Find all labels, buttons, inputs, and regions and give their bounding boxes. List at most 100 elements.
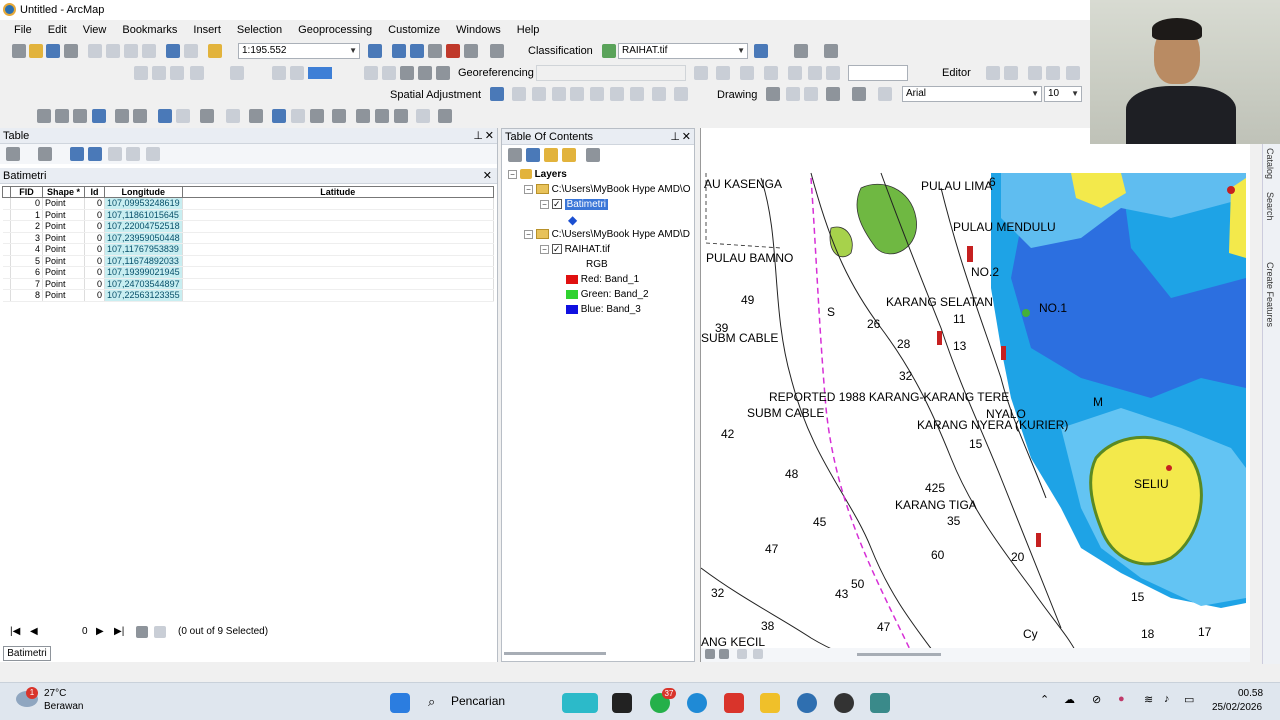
table-tab-batimetri[interactable]: Batimetri	[3, 646, 51, 661]
tool-icon[interactable]	[570, 87, 584, 101]
row-selector[interactable]	[2, 266, 11, 279]
raster-layer-combo[interactable]: RAIHAT.tif ▼	[618, 43, 748, 59]
tool-icon[interactable]	[134, 66, 148, 80]
georef-input[interactable]	[848, 65, 908, 81]
toc-layer-raihat[interactable]: − ✓ RAIHAT.tif	[540, 244, 610, 255]
weather-temp[interactable]: 27°C	[44, 688, 66, 699]
list-by-visibility-icon[interactable]	[544, 148, 558, 162]
start-windows-icon[interactable]	[390, 693, 410, 713]
spatial-adjustment-menu[interactable]: Spatial Adjustment	[390, 87, 481, 103]
training-sample-icon[interactable]	[824, 44, 838, 58]
cell-longitude[interactable]: 107,19399021945	[104, 266, 183, 279]
close-icon[interactable]: ✕	[485, 128, 494, 144]
layer-visibility-checkbox[interactable]: ✓	[551, 199, 562, 210]
select-elements-icon[interactable]	[766, 87, 780, 101]
band-blue-row[interactable]: Blue: Band_3	[566, 304, 641, 315]
wps-icon[interactable]	[724, 693, 744, 713]
cut-icon[interactable]	[88, 44, 102, 58]
line-tool-icon[interactable]	[794, 44, 808, 58]
clear-selection-icon[interactable]	[226, 109, 240, 123]
open-icon[interactable]	[29, 44, 43, 58]
row-selector[interactable]	[2, 289, 11, 302]
fixed-zoom-in-icon[interactable]	[115, 109, 129, 123]
tool-icon[interactable]	[552, 87, 566, 101]
table-row[interactable]: 8 Point 0 107,22563123355	[2, 289, 495, 302]
network-off-icon[interactable]: ⊘	[1092, 693, 1101, 706]
font-size-combo[interactable]: 10 ▼	[1044, 86, 1082, 102]
menu-help[interactable]: Help	[509, 20, 548, 40]
tool-icon[interactable]	[1066, 66, 1080, 80]
zoom-out-icon[interactable]	[55, 109, 69, 123]
collapse-icon[interactable]: −	[508, 169, 517, 179]
column-header-latitude[interactable]: Latitude	[181, 186, 495, 198]
collapse-icon[interactable]: −	[524, 184, 533, 194]
data-view-icon[interactable]	[705, 649, 715, 659]
toc-group-1[interactable]: − C:\Users\MyBook Hype AMD\O	[524, 184, 690, 195]
column-header-fid[interactable]: FID	[10, 186, 43, 198]
refresh-icon[interactable]	[737, 649, 747, 659]
row-selector[interactable]	[2, 243, 11, 256]
tool-icon[interactable]	[418, 66, 432, 80]
tool-icon[interactable]	[804, 87, 818, 101]
arctoolbox-icon[interactable]	[446, 44, 460, 58]
zoom-in-icon[interactable]	[37, 109, 51, 123]
menu-customize[interactable]: Customize	[380, 20, 448, 40]
font-name-combo[interactable]: Arial ▼	[902, 86, 1042, 102]
layer-raihat-label[interactable]: RAIHAT.tif	[565, 244, 610, 255]
cell-latitude[interactable]	[182, 289, 495, 302]
table-row[interactable]: 1 Point 0 107,11861015645	[2, 209, 495, 221]
cell-latitude[interactable]	[182, 243, 495, 256]
georeferencing-menu[interactable]: Georeferencing	[458, 65, 534, 81]
red-swatch[interactable]	[566, 274, 578, 284]
chevron-up-icon[interactable]: ⌃	[1040, 693, 1049, 706]
editor-toolbar-icon[interactable]	[368, 44, 382, 58]
tool-icon[interactable]	[1004, 66, 1018, 80]
search-tab[interactable]: Search	[1265, 192, 1275, 221]
tool-icon[interactable]	[436, 66, 450, 80]
add-data-icon[interactable]	[208, 44, 222, 58]
tool-icon[interactable]	[290, 66, 304, 80]
select-features-icon[interactable]	[490, 87, 504, 101]
text-icon[interactable]	[852, 87, 866, 101]
show-all-records-icon[interactable]	[136, 626, 148, 638]
tool-icon[interactable]	[610, 87, 624, 101]
search-icon[interactable]: ⌕	[428, 694, 435, 710]
map-scale-combo[interactable]: 1:195.552 ▼	[238, 43, 360, 59]
go-to-xy-icon[interactable]	[394, 109, 408, 123]
back-icon[interactable]	[158, 109, 172, 123]
map-display[interactable]: AU KASENGA PULAU LIMA 6 PULAU MENDULU PU…	[700, 128, 1250, 662]
fixed-zoom-out-icon[interactable]	[133, 109, 147, 123]
row-selector[interactable]	[2, 220, 11, 233]
cell-latitude[interactable]	[182, 209, 495, 221]
redo-icon[interactable]	[184, 44, 198, 58]
menu-edit[interactable]: Edit	[40, 20, 75, 40]
cell-longitude[interactable]: 107,24703544897	[104, 278, 183, 290]
row-selector[interactable]	[2, 232, 11, 244]
volume-icon[interactable]: ♪	[1164, 693, 1170, 705]
tool-icon[interactable]	[788, 66, 802, 80]
scrollbar-thumb[interactable]	[504, 652, 606, 655]
tool-icon[interactable]	[1028, 66, 1042, 80]
tool-icon[interactable]	[230, 66, 244, 80]
color-swatch[interactable]	[308, 67, 332, 79]
tool-icon[interactable]	[400, 66, 414, 80]
toc-layers-root[interactable]: − Layers	[508, 169, 567, 180]
cell-latitude[interactable]	[182, 255, 495, 267]
tool-icon[interactable]	[694, 66, 708, 80]
band-red-row[interactable]: Red: Band_1	[566, 274, 639, 285]
table-row[interactable]: 0 Point 0 107,09953248619	[2, 197, 495, 210]
editor-menu[interactable]: Editor	[942, 65, 971, 81]
classification-menu[interactable]: Classification	[528, 43, 593, 59]
cell-latitude[interactable]	[182, 266, 495, 279]
clear-selection-icon[interactable]	[108, 147, 122, 161]
menu-bookmarks[interactable]: Bookmarks	[114, 20, 185, 40]
undo-icon[interactable]	[166, 44, 180, 58]
toc-horizontal-scrollbar[interactable]	[502, 651, 694, 657]
pan-icon[interactable]	[73, 109, 87, 123]
tool-icon[interactable]	[364, 66, 378, 80]
tool-icon[interactable]	[826, 66, 840, 80]
find-icon[interactable]	[356, 109, 370, 123]
band-green-row[interactable]: Green: Band_2	[566, 289, 649, 300]
close-icon[interactable]: ✕	[483, 168, 492, 184]
save-icon[interactable]	[46, 44, 60, 58]
